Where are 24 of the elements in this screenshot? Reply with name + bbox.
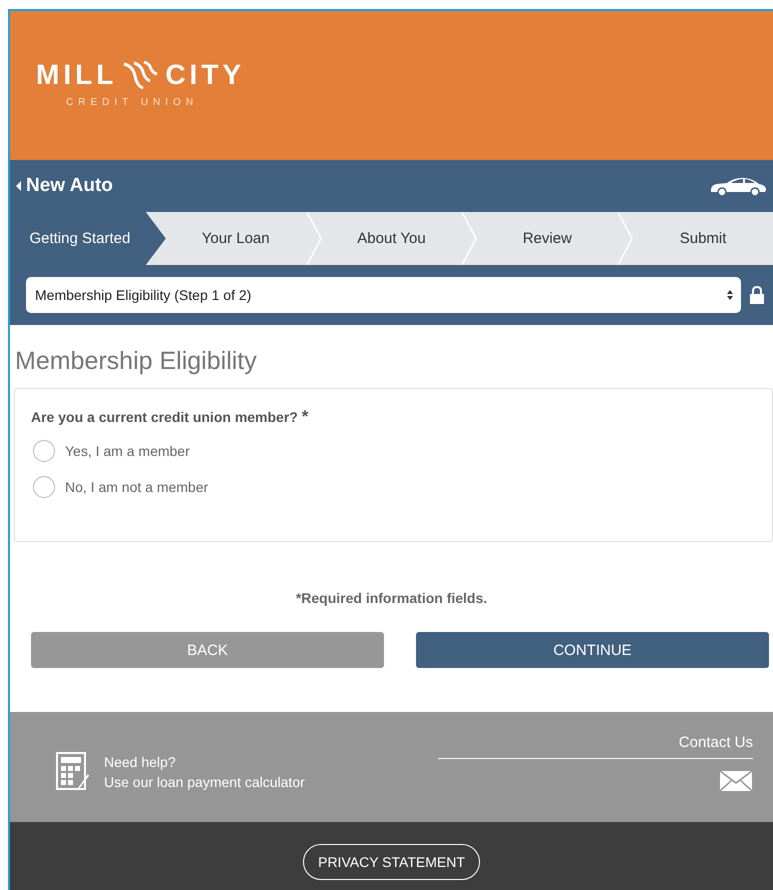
privacy-button[interactable]: PRIVACY STATEMENT <box>303 844 480 880</box>
page-title: Membership Eligibility <box>15 347 258 376</box>
lock-icon <box>749 286 765 304</box>
logo-word: CITY <box>165 59 246 91</box>
mail-icon[interactable] <box>719 770 753 792</box>
logo-tagline: CREDIT UNION <box>66 97 200 108</box>
chevron-divider-icon <box>306 212 322 265</box>
car-icon <box>709 176 767 196</box>
question-label: Are you a current credit union member? <box>31 409 298 425</box>
required-mark: * <box>302 407 308 426</box>
continue-button[interactable]: CONTINUE <box>416 632 769 668</box>
step-tab[interactable]: Getting Started <box>10 212 166 265</box>
help-title: Need help? <box>104 754 177 770</box>
step-select[interactable]: Membership Eligibility (Step 1 of 2) <box>26 277 741 313</box>
chevron-divider-icon <box>461 212 478 265</box>
chevron-divider-icon <box>617 212 634 265</box>
radio-button[interactable] <box>33 476 55 498</box>
radio-button[interactable] <box>33 440 55 462</box>
radio-label[interactable]: No, I am not a member <box>65 479 208 495</box>
logo-word: MILL <box>36 59 118 91</box>
calculator-icon <box>56 752 90 792</box>
required-note: *Required information fields. <box>294 590 488 606</box>
radio-label[interactable]: Yes, I am a member <box>65 443 190 459</box>
back-link[interactable]: New Auto <box>16 175 113 197</box>
